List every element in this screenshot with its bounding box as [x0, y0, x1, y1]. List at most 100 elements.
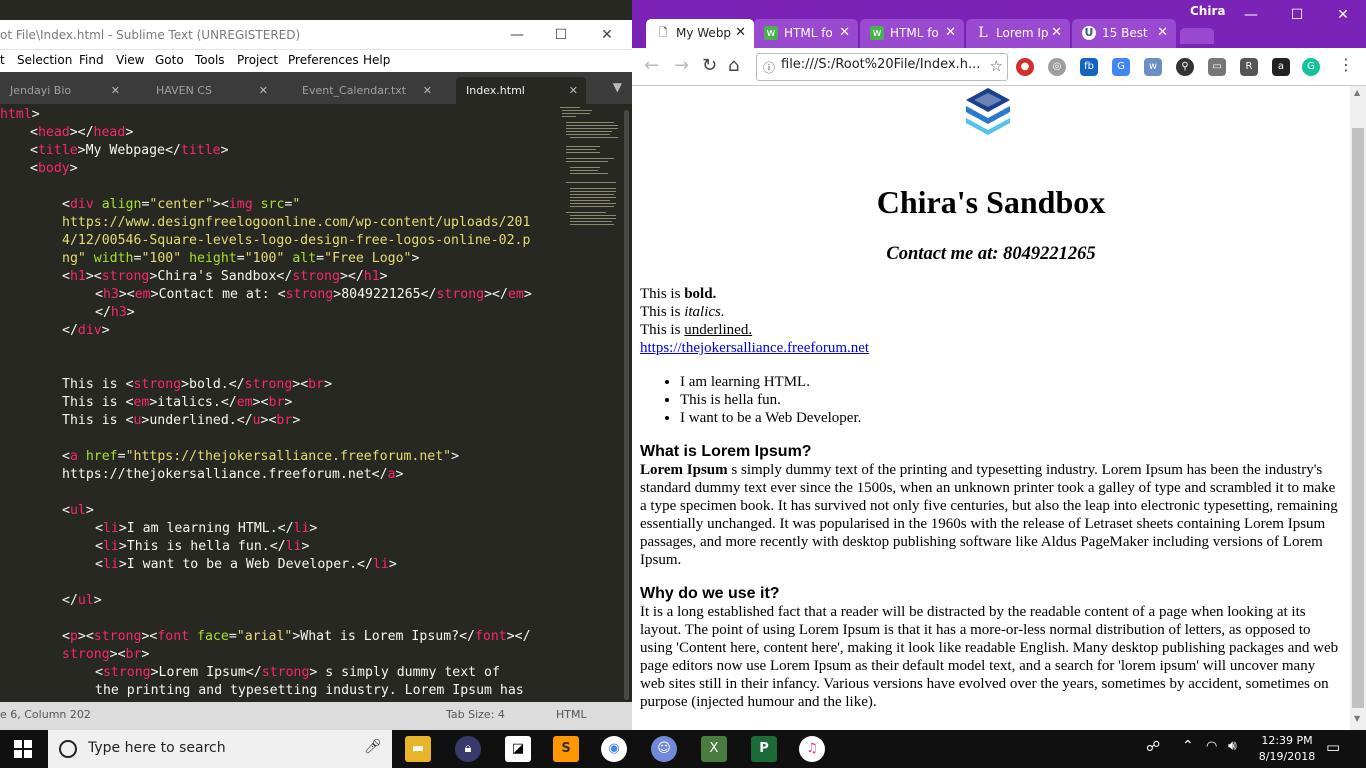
- extension-icon[interactable]: ◎: [1048, 58, 1066, 76]
- scrollbar-thumb[interactable]: [624, 110, 629, 700]
- close-icon[interactable]: ✕: [1051, 25, 1062, 40]
- notification-icon[interactable]: ▭: [1326, 738, 1340, 756]
- r-extension-icon[interactable]: R: [1240, 58, 1258, 76]
- scroll-up-icon[interactable]: ▲: [1354, 88, 1360, 97]
- volume-icon[interactable]: 🔊︎: [1228, 738, 1237, 754]
- minimize-button[interactable]: —: [1228, 0, 1274, 30]
- microphone-icon[interactable]: 🎤︎: [364, 739, 382, 755]
- new-tab-button[interactable]: [1180, 28, 1214, 44]
- sublime-text-icon[interactable]: S: [553, 736, 579, 762]
- scroll-down-icon[interactable]: ▼: [1354, 714, 1360, 723]
- close-icon[interactable]: ✕: [423, 84, 432, 97]
- code-line: </h3>: [95, 305, 135, 320]
- info-icon[interactable]: ⓘ: [763, 59, 775, 76]
- close-button[interactable]: ✕: [1320, 0, 1366, 30]
- sublime-menubar: t Selection Find View Goto Tools Project…: [0, 50, 632, 72]
- chrome-tab-15-best[interactable]: U 15 Best ✕: [1072, 19, 1176, 48]
- people-icon[interactable]: ☍: [1146, 739, 1160, 755]
- briefcase-icon[interactable]: ▭: [1208, 58, 1226, 76]
- menu-preferences[interactable]: Preferences: [288, 53, 359, 67]
- itunes-icon[interactable]: ♫: [799, 736, 825, 762]
- code-line: </div>: [62, 323, 110, 338]
- tab-jendayi-bio[interactable]: Jendayi Bio ✕: [0, 77, 128, 104]
- code-editor[interactable]: html> <head></head> <title>My Webpage</t…: [0, 104, 556, 702]
- translate-icon[interactable]: G: [1112, 58, 1130, 76]
- profile-name[interactable]: Chira: [1190, 4, 1225, 18]
- minimize-button[interactable]: —: [494, 20, 540, 50]
- home-icon[interactable]: ⌂: [728, 57, 739, 75]
- excel-icon[interactable]: X: [701, 736, 727, 762]
- menu-edit[interactable]: t: [0, 53, 5, 67]
- menu-find[interactable]: Find: [79, 53, 104, 67]
- tab-event-calendar[interactable]: Event_Calendar.txt ✕: [292, 77, 440, 104]
- discord-icon[interactable]: ☺: [651, 736, 677, 762]
- contact-line: Contact me at: 8049221265: [886, 244, 1096, 264]
- tab-list-dropdown-icon[interactable]: ▼: [613, 80, 622, 94]
- close-icon[interactable]: ✕: [1157, 25, 1168, 40]
- sticky-notes-icon[interactable]: ◪: [505, 736, 531, 762]
- honey-icon[interactable]: w: [1144, 58, 1162, 76]
- why-paragraph: It is a long established fact that a rea…: [640, 604, 1339, 710]
- close-icon[interactable]: ✕: [259, 84, 268, 97]
- close-button[interactable]: ✕: [584, 20, 630, 50]
- menu-kebab-icon[interactable]: ⋮: [1338, 56, 1354, 74]
- clock-time: 12:39 PM: [1261, 734, 1313, 747]
- close-icon[interactable]: ✕: [945, 25, 956, 40]
- amazon-icon[interactable]: a: [1272, 58, 1290, 76]
- menu-help[interactable]: Help: [363, 53, 390, 67]
- bold-text: bold.: [684, 286, 717, 302]
- menu-goto[interactable]: Goto: [155, 53, 184, 67]
- menu-selection[interactable]: Selection: [17, 53, 72, 67]
- webpage-content: Chira's Sandbox Contact me at: 804922126…: [632, 86, 1350, 730]
- chevron-up-icon[interactable]: ⌃: [1182, 738, 1194, 754]
- code-line: ng" width="100" height="100" alt="Free L…: [62, 251, 420, 266]
- fb-extension-icon[interactable]: fb: [1080, 58, 1098, 76]
- lorem-icon: L: [978, 25, 988, 41]
- scrollbar-thumb[interactable]: [1352, 128, 1364, 708]
- chrome-tab-lorem-ipsum[interactable]: L Lorem Ip ✕: [966, 19, 1070, 48]
- taskbar-search-box[interactable]: Type here to search 🎤︎: [48, 730, 392, 768]
- close-icon[interactable]: ✕: [111, 84, 120, 97]
- vpn-icon[interactable]: ⚲: [1176, 58, 1194, 76]
- logo-image: [966, 88, 1010, 135]
- menu-tools[interactable]: Tools: [195, 53, 225, 67]
- bookmark-star-icon[interactable]: ☆: [990, 57, 1003, 75]
- close-icon[interactable]: ✕: [839, 25, 850, 40]
- maximize-button[interactable]: ☐: [538, 20, 584, 50]
- window-title: ot File\Index.html - Sublime Text (UNREG…: [0, 28, 301, 42]
- page-icon: 🗋: [658, 26, 668, 39]
- tab-size[interactable]: Tab Size: 4: [446, 708, 505, 721]
- close-icon[interactable]: ✕: [735, 25, 746, 40]
- back-icon[interactable]: ←: [644, 57, 659, 75]
- menu-view[interactable]: View: [116, 53, 144, 67]
- chrome-tab-html-1[interactable]: w HTML fo ✕: [754, 19, 858, 48]
- menu-project[interactable]: Project: [237, 53, 278, 67]
- sublime-scrollbar[interactable]: [620, 104, 632, 702]
- code-line: <li>This is hella fun.</li>: [95, 539, 310, 554]
- chrome-icon[interactable]: ◉: [601, 736, 627, 762]
- reload-icon[interactable]: ↻: [702, 57, 717, 75]
- publisher-icon[interactable]: P: [751, 736, 777, 762]
- close-icon[interactable]: ✕: [569, 84, 578, 97]
- minimap[interactable]: [556, 104, 620, 702]
- vpn-lock-icon[interactable]: 🔒︎: [455, 736, 481, 762]
- file-explorer-icon[interactable]: ▬: [405, 736, 431, 762]
- wifi-icon[interactable]: ◠: [1206, 739, 1217, 754]
- code-line: This is <em>italics.</em><br>: [62, 395, 293, 410]
- code-line: <li>I want to be a Web Developer.</li>: [95, 557, 397, 572]
- tab-haven-cs[interactable]: HAVEN CS ✕: [146, 77, 276, 104]
- windows-start-icon[interactable]: [14, 740, 32, 758]
- maximize-button[interactable]: ☐: [1274, 0, 1320, 30]
- system-clock[interactable]: 12:39 PM 8/19/2018: [1256, 733, 1318, 765]
- forum-link[interactable]: https://thejokersalliance.freeforum.net: [640, 340, 869, 356]
- tab-index-html[interactable]: Index.html ✕: [456, 77, 586, 104]
- syntax-mode[interactable]: HTML: [556, 708, 587, 721]
- ublock-icon[interactable]: ●: [1016, 58, 1034, 76]
- chrome-tab-my-webpage[interactable]: 🗋 My Webp ✕: [646, 19, 754, 48]
- chrome-tab-html-2[interactable]: w HTML fo ✕: [860, 19, 964, 48]
- address-bar[interactable]: ⓘ ☆: [756, 53, 1008, 81]
- forward-icon[interactable]: →: [674, 57, 689, 75]
- grammarly-icon[interactable]: G: [1302, 58, 1320, 76]
- url-field[interactable]: [781, 57, 981, 72]
- page-scrollbar[interactable]: ▲ ▼: [1350, 86, 1366, 730]
